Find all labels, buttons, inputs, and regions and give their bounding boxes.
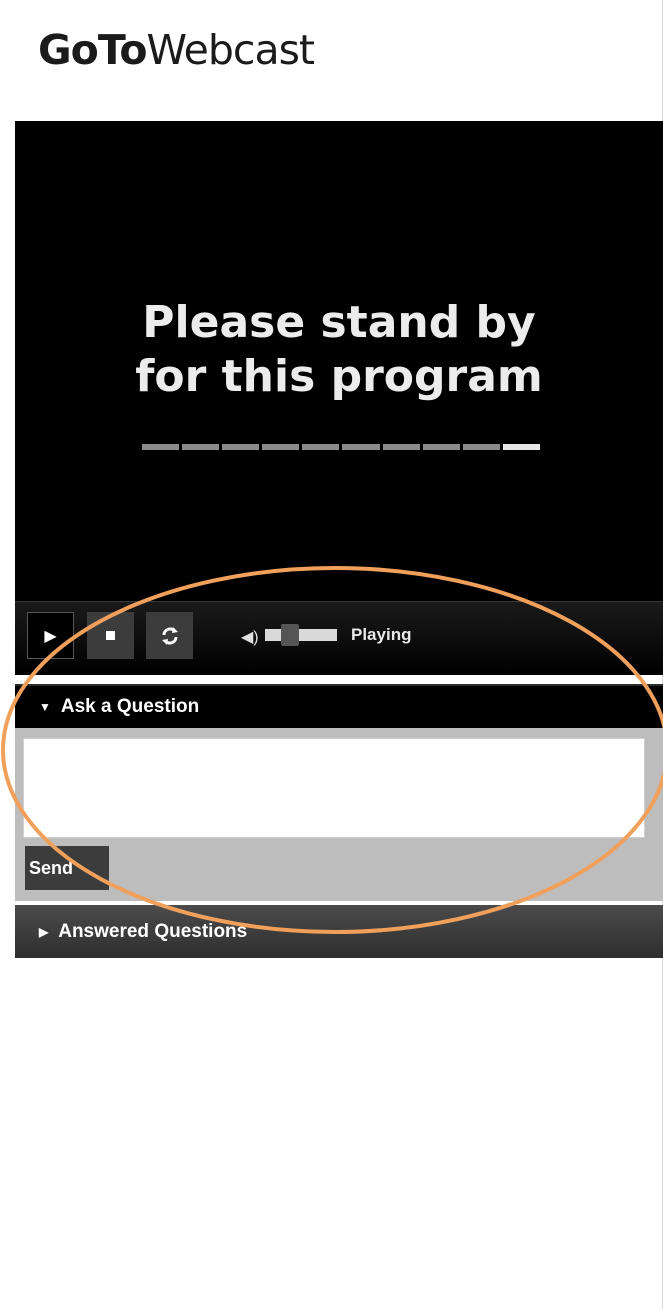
logo-goto: GoTo [38, 26, 148, 74]
progress-dash [182, 444, 220, 450]
volume-slider[interactable] [265, 624, 337, 646]
refresh-button[interactable] [146, 612, 193, 659]
resize-grip-icon[interactable]: ⋰ [631, 822, 641, 833]
progress-dash [462, 444, 500, 450]
progress-dash [422, 444, 460, 450]
standby-message: Please stand by for this program [15, 296, 663, 404]
stop-button[interactable] [87, 612, 134, 659]
video-player[interactable]: Please stand by for this program [15, 121, 663, 601]
progress-dash [142, 444, 180, 450]
stop-icon [106, 631, 115, 640]
ask-question-panel: ⋰ Send [15, 728, 663, 901]
chevron-right-icon: ▶ [39, 924, 49, 939]
progress-dash [302, 444, 340, 450]
standby-progress [142, 444, 540, 450]
standby-line-1: Please stand by [142, 297, 536, 348]
answered-questions-title: Answered Questions [58, 920, 248, 942]
standby-line-2: for this program [135, 351, 543, 402]
gotowebcast-logo: GoToWebcast [38, 30, 315, 71]
player-controls: ▶ ◀) Playing [15, 601, 663, 675]
progress-dash [342, 444, 380, 450]
chevron-down-icon: ▼ [39, 700, 51, 714]
progress-dash [222, 444, 260, 450]
progress-dash [502, 444, 540, 450]
answered-questions-header[interactable]: ▶ Answered Questions [15, 905, 663, 958]
webcast-panel: GoToWebcast Please stand by for this pro… [0, 0, 663, 1309]
playback-status: Playing [351, 625, 412, 644]
progress-dash [382, 444, 420, 450]
volume-icon[interactable]: ◀) [241, 627, 259, 647]
play-icon: ▶ [44, 627, 57, 645]
ask-question-title: Ask a Question [60, 696, 200, 717]
refresh-icon [161, 626, 178, 645]
ask-question-header[interactable]: ▼ Ask a Question [15, 684, 663, 728]
send-button[interactable]: Send [25, 846, 109, 890]
volume-track [265, 629, 337, 641]
question-input[interactable] [23, 738, 645, 838]
play-button[interactable]: ▶ [27, 612, 74, 659]
progress-dash [262, 444, 300, 450]
logo-webcast: Webcast [146, 26, 315, 74]
volume-handle[interactable] [281, 624, 299, 646]
